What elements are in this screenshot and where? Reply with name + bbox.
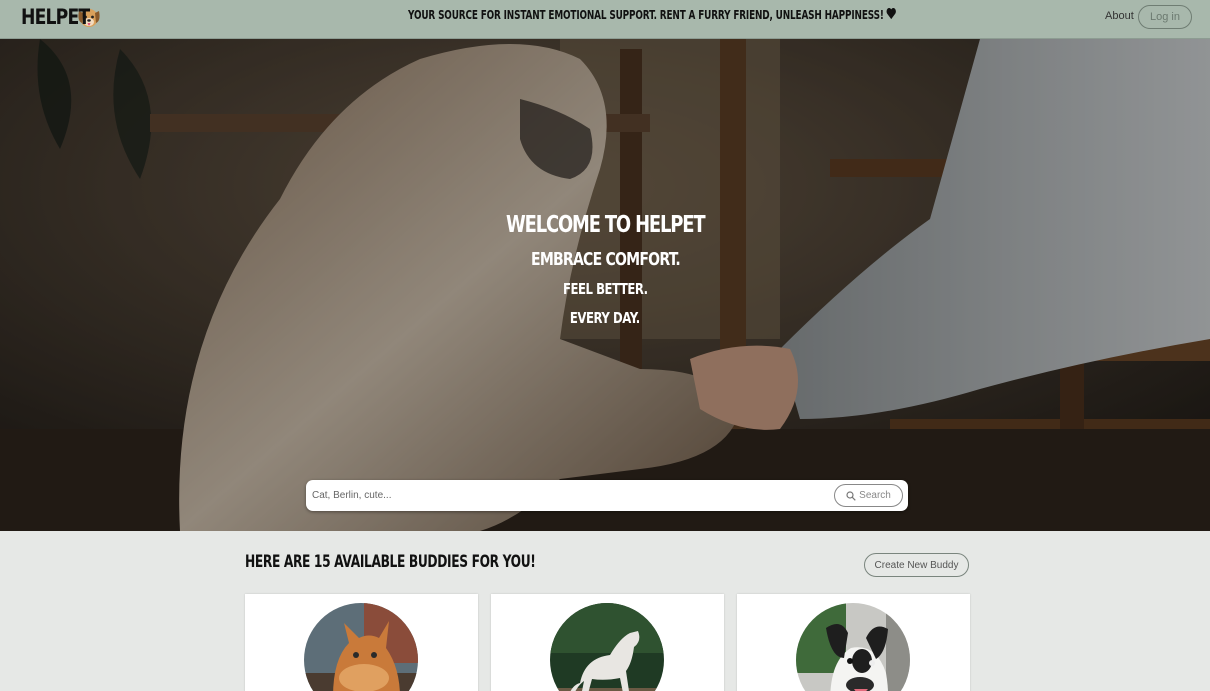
create-buddy-button[interactable]: Create New Buddy bbox=[864, 553, 969, 577]
cat-photo bbox=[304, 603, 418, 691]
hero-banner: WELCOME TO HELPET EMBRACE COMFORT. FEEL … bbox=[0, 39, 1210, 531]
search-icon bbox=[846, 490, 856, 501]
login-button[interactable]: Log in bbox=[1138, 5, 1192, 29]
hero-line-1: EMBRACE COMFORT. bbox=[0, 249, 1210, 270]
dog-photo bbox=[796, 603, 910, 691]
brand-name: HELPET bbox=[21, 5, 90, 29]
search-button[interactable]: Search bbox=[834, 484, 903, 507]
search-input[interactable] bbox=[312, 485, 832, 506]
tagline-text: YOUR SOURCE FOR INSTANT EMOTIONAL SUPPOR… bbox=[408, 8, 884, 22]
horse-photo bbox=[550, 603, 664, 691]
hero-line-2: FEEL BETTER. bbox=[0, 280, 1210, 298]
search-form: Search bbox=[306, 480, 908, 511]
hero-line-3-text: EVERY DAY. bbox=[570, 309, 640, 327]
search-button-label: Search bbox=[859, 490, 891, 501]
tagline: YOUR SOURCE FOR INSTANT EMOTIONAL SUPPOR… bbox=[408, 7, 896, 22]
buddy-card[interactable] bbox=[737, 594, 970, 691]
heart-icon bbox=[886, 7, 896, 20]
hero-title-text: WELCOME TO HELPET bbox=[505, 212, 706, 238]
about-link[interactable]: About bbox=[1105, 10, 1134, 22]
hero-line-1-text: EMBRACE COMFORT. bbox=[530, 249, 681, 270]
hero-title: WELCOME TO HELPET bbox=[0, 212, 1210, 238]
buddy-card[interactable] bbox=[491, 594, 724, 691]
hero-line-3: EVERY DAY. bbox=[0, 309, 1210, 327]
buddy-card[interactable] bbox=[245, 594, 478, 691]
navbar: HELPET YOUR SOURCE FOR INSTANT EMOTIONAL… bbox=[0, 0, 1210, 39]
buddies-heading: HERE ARE 15 AVAILABLE BUDDIES FOR YOU! bbox=[245, 552, 536, 572]
brand-logo[interactable]: HELPET bbox=[21, 3, 103, 31]
hero-line-2-text: FEEL BETTER. bbox=[562, 280, 648, 298]
